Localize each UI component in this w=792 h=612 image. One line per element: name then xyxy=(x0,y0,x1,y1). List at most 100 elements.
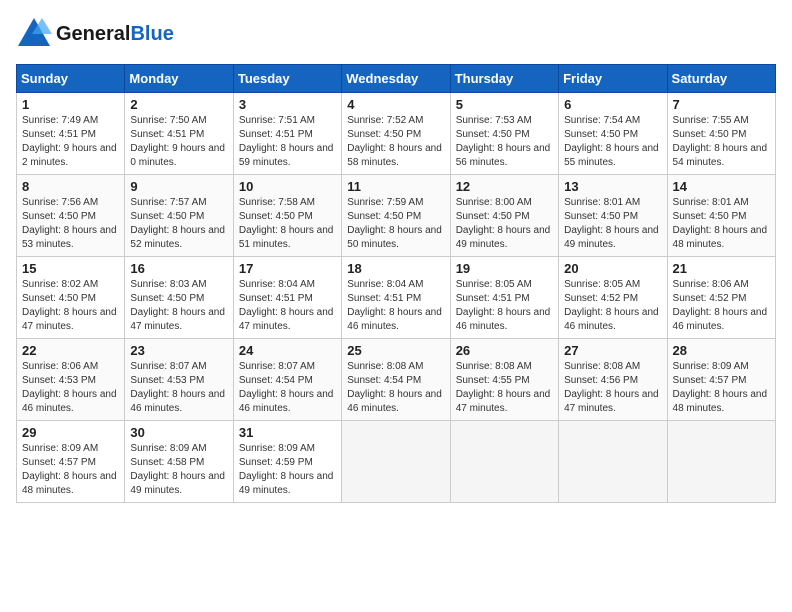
day-detail: Sunrise: 8:06 AMSunset: 4:53 PMDaylight:… xyxy=(22,360,119,416)
day-number: 22 xyxy=(22,343,119,358)
logo-icon xyxy=(16,16,52,52)
weekday-header: Monday xyxy=(125,65,233,93)
calendar-day-cell: 8 Sunrise: 7:56 AMSunset: 4:50 PMDaylight… xyxy=(17,175,125,257)
day-detail: Sunrise: 7:57 AMSunset: 4:50 PMDaylight:… xyxy=(130,196,227,252)
day-detail: Sunrise: 8:09 AMSunset: 4:58 PMDaylight:… xyxy=(130,442,227,498)
calendar-day-cell: 27 Sunrise: 8:08 AMSunset: 4:56 PMDayligh… xyxy=(559,339,667,421)
day-number: 18 xyxy=(347,261,444,276)
weekday-header: Thursday xyxy=(450,65,558,93)
calendar-week-row: 29 Sunrise: 8:09 AMSunset: 4:57 PMDayligh… xyxy=(17,421,776,503)
day-number: 14 xyxy=(673,179,770,194)
day-number: 8 xyxy=(22,179,119,194)
calendar-day-cell: 16 Sunrise: 8:03 AMSunset: 4:50 PMDayligh… xyxy=(125,257,233,339)
calendar-day-cell: 11Sunrise: 7:59 AMSunset: 4:50 PMDayligh… xyxy=(342,175,450,257)
calendar-day-cell xyxy=(450,421,558,503)
calendar-day-cell: 7 Sunrise: 7:55 AMSunset: 4:50 PMDaylight… xyxy=(667,93,775,175)
day-detail: Sunrise: 8:01 AMSunset: 4:50 PMDaylight:… xyxy=(564,196,661,252)
day-number: 2 xyxy=(130,97,227,112)
day-number: 19 xyxy=(456,261,553,276)
day-number: 26 xyxy=(456,343,553,358)
day-detail: Sunrise: 8:04 AMSunset: 4:51 PMDaylight:… xyxy=(239,278,336,334)
day-number: 16 xyxy=(130,261,227,276)
day-detail: Sunrise: 8:08 AMSunset: 4:55 PMDaylight:… xyxy=(456,360,553,416)
weekday-header: Wednesday xyxy=(342,65,450,93)
calendar-day-cell: 26 Sunrise: 8:08 AMSunset: 4:55 PMDayligh… xyxy=(450,339,558,421)
day-detail: Sunrise: 7:49 AMSunset: 4:51 PMDaylight:… xyxy=(22,114,119,170)
calendar-day-cell: 13 Sunrise: 8:01 AMSunset: 4:50 PMDayligh… xyxy=(559,175,667,257)
day-detail: Sunrise: 8:09 AMSunset: 4:59 PMDaylight:… xyxy=(239,442,336,498)
calendar-day-cell: 9 Sunrise: 7:57 AMSunset: 4:50 PMDaylight… xyxy=(125,175,233,257)
day-detail: Sunrise: 8:09 AMSunset: 4:57 PMDaylight:… xyxy=(22,442,119,498)
calendar-day-cell: 3 Sunrise: 7:51 AMSunset: 4:51 PMDaylight… xyxy=(233,93,341,175)
day-number: 21 xyxy=(673,261,770,276)
day-number: 12 xyxy=(456,179,553,194)
day-number: 4 xyxy=(347,97,444,112)
day-number: 23 xyxy=(130,343,227,358)
day-detail: Sunrise: 8:07 AMSunset: 4:53 PMDaylight:… xyxy=(130,360,227,416)
calendar-day-cell: 17 Sunrise: 8:04 AMSunset: 4:51 PMDayligh… xyxy=(233,257,341,339)
day-detail: Sunrise: 7:51 AMSunset: 4:51 PMDaylight:… xyxy=(239,114,336,170)
day-detail: Sunrise: 7:55 AMSunset: 4:50 PMDaylight:… xyxy=(673,114,770,170)
day-detail: Sunrise: 8:09 AMSunset: 4:57 PMDaylight:… xyxy=(673,360,770,416)
day-number: 10 xyxy=(239,179,336,194)
logo: GeneralBlue xyxy=(16,16,174,52)
day-detail: Sunrise: 7:53 AMSunset: 4:50 PMDaylight:… xyxy=(456,114,553,170)
day-number: 6 xyxy=(564,97,661,112)
calendar-day-cell: 5Sunrise: 7:53 AMSunset: 4:50 PMDaylight… xyxy=(450,93,558,175)
day-detail: Sunrise: 8:01 AMSunset: 4:50 PMDaylight:… xyxy=(673,196,770,252)
day-detail: Sunrise: 8:08 AMSunset: 4:54 PMDaylight:… xyxy=(347,360,444,416)
day-detail: Sunrise: 7:56 AMSunset: 4:50 PMDaylight:… xyxy=(22,196,119,252)
day-detail: Sunrise: 8:04 AMSunset: 4:51 PMDaylight:… xyxy=(347,278,444,334)
weekday-header: Sunday xyxy=(17,65,125,93)
day-number: 13 xyxy=(564,179,661,194)
calendar-day-cell: 6 Sunrise: 7:54 AMSunset: 4:50 PMDaylight… xyxy=(559,93,667,175)
day-number: 9 xyxy=(130,179,227,194)
day-number: 15 xyxy=(22,261,119,276)
day-number: 20 xyxy=(564,261,661,276)
calendar-day-cell: 25Sunrise: 8:08 AMSunset: 4:54 PMDayligh… xyxy=(342,339,450,421)
day-detail: Sunrise: 8:00 AMSunset: 4:50 PMDaylight:… xyxy=(456,196,553,252)
weekday-header-row: SundayMondayTuesdayWednesdayThursdayFrid… xyxy=(17,65,776,93)
day-number: 1 xyxy=(22,97,119,112)
day-detail: Sunrise: 8:02 AMSunset: 4:50 PMDaylight:… xyxy=(22,278,119,334)
day-number: 3 xyxy=(239,97,336,112)
day-number: 7 xyxy=(673,97,770,112)
day-detail: Sunrise: 7:58 AMSunset: 4:50 PMDaylight:… xyxy=(239,196,336,252)
day-detail: Sunrise: 8:07 AMSunset: 4:54 PMDaylight:… xyxy=(239,360,336,416)
calendar-day-cell: 31 Sunrise: 8:09 AMSunset: 4:59 PMDayligh… xyxy=(233,421,341,503)
day-number: 17 xyxy=(239,261,336,276)
day-detail: Sunrise: 7:59 AMSunset: 4:50 PMDaylight:… xyxy=(347,196,444,252)
calendar-day-cell: 18 Sunrise: 8:04 AMSunset: 4:51 PMDayligh… xyxy=(342,257,450,339)
day-number: 29 xyxy=(22,425,119,440)
calendar-week-row: 8 Sunrise: 7:56 AMSunset: 4:50 PMDaylight… xyxy=(17,175,776,257)
calendar-week-row: 1 Sunrise: 7:49 AMSunset: 4:51 PMDaylight… xyxy=(17,93,776,175)
calendar-day-cell: 22 Sunrise: 8:06 AMSunset: 4:53 PMDayligh… xyxy=(17,339,125,421)
calendar-day-cell: 2 Sunrise: 7:50 AMSunset: 4:51 PMDaylight… xyxy=(125,93,233,175)
logo-general: General xyxy=(56,23,130,45)
day-detail: Sunrise: 8:05 AMSunset: 4:52 PMDaylight:… xyxy=(564,278,661,334)
calendar-week-row: 15 Sunrise: 8:02 AMSunset: 4:50 PMDayligh… xyxy=(17,257,776,339)
calendar-day-cell xyxy=(667,421,775,503)
day-detail: Sunrise: 8:03 AMSunset: 4:50 PMDaylight:… xyxy=(130,278,227,334)
calendar-week-row: 22 Sunrise: 8:06 AMSunset: 4:53 PMDayligh… xyxy=(17,339,776,421)
calendar-day-cell: 24 Sunrise: 8:07 AMSunset: 4:54 PMDayligh… xyxy=(233,339,341,421)
calendar-day-cell: 28 Sunrise: 8:09 AMSunset: 4:57 PMDayligh… xyxy=(667,339,775,421)
day-number: 28 xyxy=(673,343,770,358)
day-detail: Sunrise: 7:50 AMSunset: 4:51 PMDaylight:… xyxy=(130,114,227,170)
logo-blue: Blue xyxy=(130,23,173,45)
day-number: 31 xyxy=(239,425,336,440)
day-detail: Sunrise: 7:54 AMSunset: 4:50 PMDaylight:… xyxy=(564,114,661,170)
day-detail: Sunrise: 8:08 AMSunset: 4:56 PMDaylight:… xyxy=(564,360,661,416)
day-number: 27 xyxy=(564,343,661,358)
day-detail: Sunrise: 7:52 AMSunset: 4:50 PMDaylight:… xyxy=(347,114,444,170)
calendar-day-cell xyxy=(342,421,450,503)
day-number: 24 xyxy=(239,343,336,358)
calendar-day-cell: 1 Sunrise: 7:49 AMSunset: 4:51 PMDaylight… xyxy=(17,93,125,175)
calendar-day-cell: 20 Sunrise: 8:05 AMSunset: 4:52 PMDayligh… xyxy=(559,257,667,339)
calendar-day-cell: 14 Sunrise: 8:01 AMSunset: 4:50 PMDayligh… xyxy=(667,175,775,257)
calendar-day-cell: 4 Sunrise: 7:52 AMSunset: 4:50 PMDaylight… xyxy=(342,93,450,175)
weekday-header: Friday xyxy=(559,65,667,93)
calendar-day-cell: 30Sunrise: 8:09 AMSunset: 4:58 PMDayligh… xyxy=(125,421,233,503)
weekday-header: Saturday xyxy=(667,65,775,93)
calendar-day-cell: 19Sunrise: 8:05 AMSunset: 4:51 PMDayligh… xyxy=(450,257,558,339)
